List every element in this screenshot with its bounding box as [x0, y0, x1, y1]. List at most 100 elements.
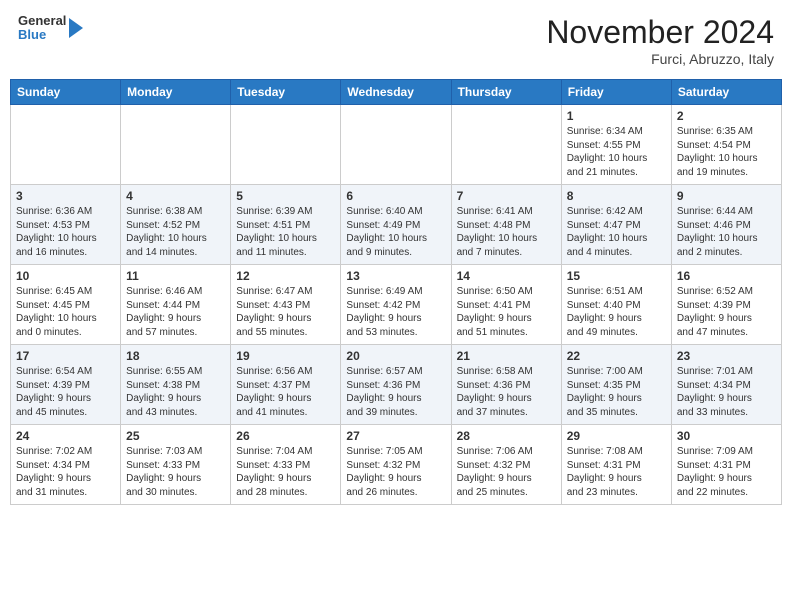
day-number: 11 [126, 269, 225, 283]
day-number: 24 [16, 429, 115, 443]
calendar-cell: 18 Sunrise: 6:55 AM Sunset: 4:38 PM Dayli… [121, 345, 231, 425]
weekday-header: Friday [561, 80, 671, 105]
day-number: 4 [126, 189, 225, 203]
calendar-cell: 10Sunrise: 6:45 AM Sunset: 4:45 PM Dayli… [11, 265, 121, 345]
day-number: 26 [236, 429, 335, 443]
day-number: 3 [16, 189, 115, 203]
calendar-cell: 21 Sunrise: 6:58 AM Sunset: 4:36 PM Dayli… [451, 345, 561, 425]
day-number: 9 [677, 189, 776, 203]
calendar-cell: 16Sunrise: 6:52 AM Sunset: 4:39 PM Dayli… [671, 265, 781, 345]
calendar-cell: 17 Sunrise: 6:54 AM Sunset: 4:39 PM Dayli… [11, 345, 121, 425]
day-number: 15 [567, 269, 666, 283]
weekday-header: Thursday [451, 80, 561, 105]
calendar-cell [121, 105, 231, 185]
day-number: 27 [346, 429, 445, 443]
calendar-cell: 4 Sunrise: 6:38 AM Sunset: 4:52 PM Daylig… [121, 185, 231, 265]
day-info: Sunrise: 6:57 AM Sunset: 4:36 PM Dayligh… [346, 365, 445, 419]
day-info: Sunrise: 7:09 AM Sunset: 4:31 PM Dayligh… [677, 445, 776, 499]
day-number: 20 [346, 349, 445, 363]
logo-line1: General [18, 14, 66, 28]
day-number: 8 [567, 189, 666, 203]
calendar-cell: 11 Sunrise: 6:46 AM Sunset: 4:44 PM Dayli… [121, 265, 231, 345]
day-number: 18 [126, 349, 225, 363]
day-info: Sunrise: 7:05 AM Sunset: 4:32 PM Dayligh… [346, 445, 445, 499]
day-info: Sunrise: 6:44 AM Sunset: 4:46 PM Dayligh… [677, 205, 776, 259]
day-info: Sunrise: 7:00 AM Sunset: 4:35 PM Dayligh… [567, 365, 666, 419]
calendar-cell: 3 Sunrise: 6:36 AM Sunset: 4:53 PM Daylig… [11, 185, 121, 265]
day-info: Sunrise: 6:36 AM Sunset: 4:53 PM Dayligh… [16, 205, 115, 259]
calendar-cell: 15 Sunrise: 6:51 AM Sunset: 4:40 PM Dayli… [561, 265, 671, 345]
calendar-cell: 26 Sunrise: 7:04 AM Sunset: 4:33 PM Dayli… [231, 425, 341, 505]
day-number: 25 [126, 429, 225, 443]
weekday-header: Tuesday [231, 80, 341, 105]
calendar-cell: 27 Sunrise: 7:05 AM Sunset: 4:32 PM Dayli… [341, 425, 451, 505]
day-number: 21 [457, 349, 556, 363]
day-info: Sunrise: 7:08 AM Sunset: 4:31 PM Dayligh… [567, 445, 666, 499]
day-info: Sunrise: 6:49 AM Sunset: 4:42 PM Dayligh… [346, 285, 445, 339]
day-number: 29 [567, 429, 666, 443]
weekday-header-row: SundayMondayTuesdayWednesdayThursdayFrid… [11, 80, 782, 105]
calendar-week-row: 17 Sunrise: 6:54 AM Sunset: 4:39 PM Dayli… [11, 345, 782, 425]
day-info: Sunrise: 6:52 AM Sunset: 4:39 PM Dayligh… [677, 285, 776, 339]
weekday-header: Saturday [671, 80, 781, 105]
calendar-cell: 6Sunrise: 6:40 AM Sunset: 4:49 PM Daylig… [341, 185, 451, 265]
weekday-header: Sunday [11, 80, 121, 105]
page-header: General Blue November 2024 Furci, Abruzz… [10, 10, 782, 71]
day-number: 22 [567, 349, 666, 363]
day-info: Sunrise: 6:42 AM Sunset: 4:47 PM Dayligh… [567, 205, 666, 259]
day-info: Sunrise: 7:01 AM Sunset: 4:34 PM Dayligh… [677, 365, 776, 419]
day-info: Sunrise: 6:35 AM Sunset: 4:54 PM Dayligh… [677, 125, 776, 179]
calendar-cell [341, 105, 451, 185]
day-number: 19 [236, 349, 335, 363]
day-info: Sunrise: 6:55 AM Sunset: 4:38 PM Dayligh… [126, 365, 225, 419]
day-info: Sunrise: 6:58 AM Sunset: 4:36 PM Dayligh… [457, 365, 556, 419]
day-info: Sunrise: 7:03 AM Sunset: 4:33 PM Dayligh… [126, 445, 225, 499]
day-info: Sunrise: 7:04 AM Sunset: 4:33 PM Dayligh… [236, 445, 335, 499]
day-number: 5 [236, 189, 335, 203]
calendar-cell: 23 Sunrise: 7:01 AM Sunset: 4:34 PM Dayli… [671, 345, 781, 425]
calendar-cell: 5 Sunrise: 6:39 AM Sunset: 4:51 PM Daylig… [231, 185, 341, 265]
calendar-table: SundayMondayTuesdayWednesdayThursdayFrid… [10, 79, 782, 505]
logo: General Blue [18, 14, 83, 43]
calendar-cell: 1Sunrise: 6:34 AM Sunset: 4:55 PM Daylig… [561, 105, 671, 185]
calendar-cell: 22 Sunrise: 7:00 AM Sunset: 4:35 PM Dayli… [561, 345, 671, 425]
day-number: 14 [457, 269, 556, 283]
day-info: Sunrise: 6:46 AM Sunset: 4:44 PM Dayligh… [126, 285, 225, 339]
day-info: Sunrise: 6:56 AM Sunset: 4:37 PM Dayligh… [236, 365, 335, 419]
day-info: Sunrise: 6:41 AM Sunset: 4:48 PM Dayligh… [457, 205, 556, 259]
day-number: 13 [346, 269, 445, 283]
calendar-cell: 13 Sunrise: 6:49 AM Sunset: 4:42 PM Dayli… [341, 265, 451, 345]
location: Furci, Abruzzo, Italy [546, 51, 774, 67]
weekday-header: Wednesday [341, 80, 451, 105]
calendar-week-row: 1Sunrise: 6:34 AM Sunset: 4:55 PM Daylig… [11, 105, 782, 185]
calendar-cell: 20 Sunrise: 6:57 AM Sunset: 4:36 PM Dayli… [341, 345, 451, 425]
calendar-cell: 14 Sunrise: 6:50 AM Sunset: 4:41 PM Dayli… [451, 265, 561, 345]
day-info: Sunrise: 7:02 AM Sunset: 4:34 PM Dayligh… [16, 445, 115, 499]
day-number: 1 [567, 109, 666, 123]
calendar-week-row: 3 Sunrise: 6:36 AM Sunset: 4:53 PM Daylig… [11, 185, 782, 265]
calendar-week-row: 10Sunrise: 6:45 AM Sunset: 4:45 PM Dayli… [11, 265, 782, 345]
day-info: Sunrise: 6:51 AM Sunset: 4:40 PM Dayligh… [567, 285, 666, 339]
calendar-cell: 24 Sunrise: 7:02 AM Sunset: 4:34 PM Dayli… [11, 425, 121, 505]
calendar-cell: 9 Sunrise: 6:44 AM Sunset: 4:46 PM Daylig… [671, 185, 781, 265]
calendar-cell: 2 Sunrise: 6:35 AM Sunset: 4:54 PM Daylig… [671, 105, 781, 185]
calendar-cell [231, 105, 341, 185]
day-number: 30 [677, 429, 776, 443]
logo-line2: Blue [18, 28, 66, 42]
day-info: Sunrise: 6:39 AM Sunset: 4:51 PM Dayligh… [236, 205, 335, 259]
day-number: 28 [457, 429, 556, 443]
day-number: 2 [677, 109, 776, 123]
logo-text: General Blue [18, 14, 66, 43]
day-info: Sunrise: 6:45 AM Sunset: 4:45 PM Dayligh… [16, 285, 115, 339]
day-info: Sunrise: 6:38 AM Sunset: 4:52 PM Dayligh… [126, 205, 225, 259]
calendar-cell: 25 Sunrise: 7:03 AM Sunset: 4:33 PM Dayli… [121, 425, 231, 505]
day-number: 23 [677, 349, 776, 363]
day-number: 17 [16, 349, 115, 363]
day-info: Sunrise: 6:50 AM Sunset: 4:41 PM Dayligh… [457, 285, 556, 339]
calendar-cell: 29 Sunrise: 7:08 AM Sunset: 4:31 PM Dayli… [561, 425, 671, 505]
calendar-cell: 12Sunrise: 6:47 AM Sunset: 4:43 PM Dayli… [231, 265, 341, 345]
calendar-cell: 19 Sunrise: 6:56 AM Sunset: 4:37 PM Dayli… [231, 345, 341, 425]
day-number: 6 [346, 189, 445, 203]
day-info: Sunrise: 6:54 AM Sunset: 4:39 PM Dayligh… [16, 365, 115, 419]
calendar-cell: 8 Sunrise: 6:42 AM Sunset: 4:47 PM Daylig… [561, 185, 671, 265]
